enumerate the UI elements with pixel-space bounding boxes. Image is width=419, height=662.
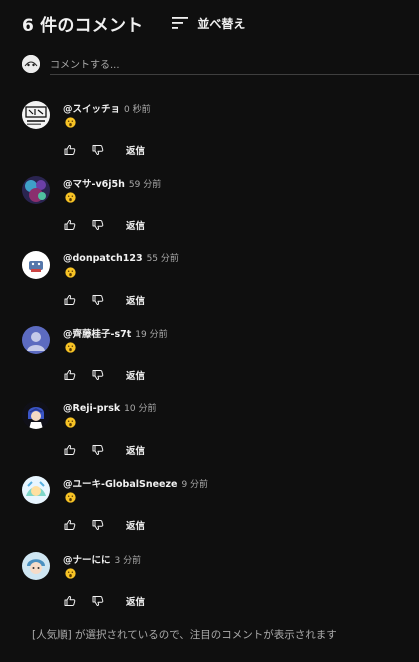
comment-meta: @ユーキ-GlobalSneeze 9 分前 [63, 476, 208, 490]
comment-meta: @スイッチョ 0 秒前 [63, 101, 151, 115]
dislike-button[interactable] [91, 143, 105, 157]
surprised-emoji-icon [65, 568, 76, 579]
comment-author[interactable]: @ユーキ-GlobalSneeze [63, 476, 177, 490]
like-button[interactable] [63, 218, 77, 232]
like-button[interactable] [63, 293, 77, 307]
surprised-emoji-icon [65, 192, 76, 203]
comment-actions: 返信 [63, 443, 145, 457]
thumbs-down-icon [92, 220, 104, 231]
comment-item: @スイッチョ 0 秒前 返信 [22, 101, 409, 161]
reply-button[interactable]: 返信 [126, 218, 145, 232]
thumbs-up-icon [64, 219, 76, 230]
thumbs-down-icon [92, 445, 104, 456]
surprised-emoji-icon [65, 342, 76, 353]
comment-author[interactable]: @Reji-prsk [63, 403, 120, 414]
comment-author[interactable]: @スイッチョ [63, 101, 120, 115]
comment-time[interactable]: 10 分前 [124, 401, 156, 414]
like-button[interactable] [63, 518, 77, 532]
thumbs-up-icon [64, 144, 76, 155]
author-avatar[interactable] [22, 176, 50, 204]
dislike-button[interactable] [91, 443, 105, 457]
comment-meta: @齊藤桂子-s7t 19 分前 [63, 326, 168, 340]
add-comment-placeholder: コメントする... [50, 60, 120, 71]
reply-button[interactable]: 返信 [126, 293, 145, 307]
comment-actions: 返信 [63, 594, 145, 608]
comment-time[interactable]: 19 分前 [135, 327, 167, 340]
my-avatar [22, 55, 40, 73]
comment-author[interactable]: @マサ-v6j5h [63, 176, 125, 190]
like-button[interactable] [63, 368, 77, 382]
author-avatar[interactable] [22, 476, 50, 504]
reply-button[interactable]: 返信 [126, 443, 145, 457]
sort-button[interactable]: 並べ替え [171, 14, 245, 32]
sort-icon [172, 17, 189, 29]
comment-time[interactable]: 55 分前 [147, 251, 179, 264]
author-avatar[interactable] [22, 101, 50, 129]
top-comments-note: [人気順] が選択されているので、注目のコメントが表示されます [32, 629, 337, 641]
reply-button[interactable]: 返信 [126, 594, 145, 608]
thumbs-up-icon [64, 294, 76, 305]
like-button[interactable] [63, 443, 77, 457]
comment-actions: 返信 [63, 518, 145, 532]
author-avatar[interactable] [22, 552, 50, 580]
like-button[interactable] [63, 143, 77, 157]
comment-author[interactable]: @齊藤桂子-s7t [63, 326, 131, 340]
comment-author[interactable]: @ナーにに [63, 552, 111, 566]
comments-header: 6 件のコメント 並べ替え [22, 10, 409, 36]
add-comment-row: コメントする... [22, 54, 419, 75]
surprised-emoji-icon [65, 492, 76, 503]
thumbs-down-icon [92, 295, 104, 306]
surprised-emoji-icon [65, 417, 76, 428]
comment-meta: @ナーにに 3 分前 [63, 552, 141, 566]
reply-button[interactable]: 返信 [126, 518, 145, 532]
sort-label: 並べ替え [197, 16, 246, 31]
comment-item: @Reji-prsk 10 分前 返信 [22, 401, 409, 461]
surprised-emoji-icon [65, 117, 76, 128]
author-avatar[interactable] [22, 326, 50, 354]
comment-actions: 返信 [63, 293, 145, 307]
comment-item: @齊藤桂子-s7t 19 分前 返信 [22, 326, 409, 386]
comment-actions: 返信 [63, 368, 145, 382]
dislike-button[interactable] [91, 594, 105, 608]
dislike-button[interactable] [91, 518, 105, 532]
surprised-emoji-icon [65, 267, 76, 278]
dislike-button[interactable] [91, 218, 105, 232]
comment-meta: @donpatch123 55 分前 [63, 251, 179, 264]
comment-time[interactable]: 0 秒前 [124, 102, 151, 115]
author-avatar[interactable] [22, 401, 50, 429]
dislike-button[interactable] [91, 293, 105, 307]
comment-item: @マサ-v6j5h 59 分前 返信 [22, 176, 409, 236]
comment-meta: @Reji-prsk 10 分前 [63, 401, 157, 414]
thumbs-down-icon [92, 370, 104, 381]
thumbs-down-icon [92, 145, 104, 156]
thumbs-up-icon [64, 369, 76, 380]
thumbs-up-icon [64, 444, 76, 455]
comment-author[interactable]: @donpatch123 [63, 253, 143, 264]
comment-time[interactable]: 3 分前 [115, 553, 142, 566]
comment-time[interactable]: 9 分前 [181, 477, 208, 490]
comment-time[interactable]: 59 分前 [129, 177, 161, 190]
dislike-button[interactable] [91, 368, 105, 382]
thumbs-up-icon [64, 519, 76, 530]
like-button[interactable] [63, 594, 77, 608]
comment-item: @ユーキ-GlobalSneeze 9 分前 返信 [22, 476, 409, 536]
comment-count-title: 6 件のコメント [22, 15, 144, 36]
thumbs-down-icon [92, 520, 104, 531]
comment-item: @donpatch123 55 分前 返信 [22, 251, 409, 311]
add-comment-input[interactable]: コメントする... [50, 54, 419, 75]
reply-button[interactable]: 返信 [126, 143, 145, 157]
reply-button[interactable]: 返信 [126, 368, 145, 382]
comment-actions: 返信 [63, 218, 145, 232]
thumbs-down-icon [92, 596, 104, 607]
comment-actions: 返信 [63, 143, 145, 157]
comment-meta: @マサ-v6j5h 59 分前 [63, 176, 161, 190]
thumbs-up-icon [64, 595, 76, 606]
comment-item: @ナーにに 3 分前 返信 [22, 552, 409, 612]
author-avatar[interactable] [22, 251, 50, 279]
